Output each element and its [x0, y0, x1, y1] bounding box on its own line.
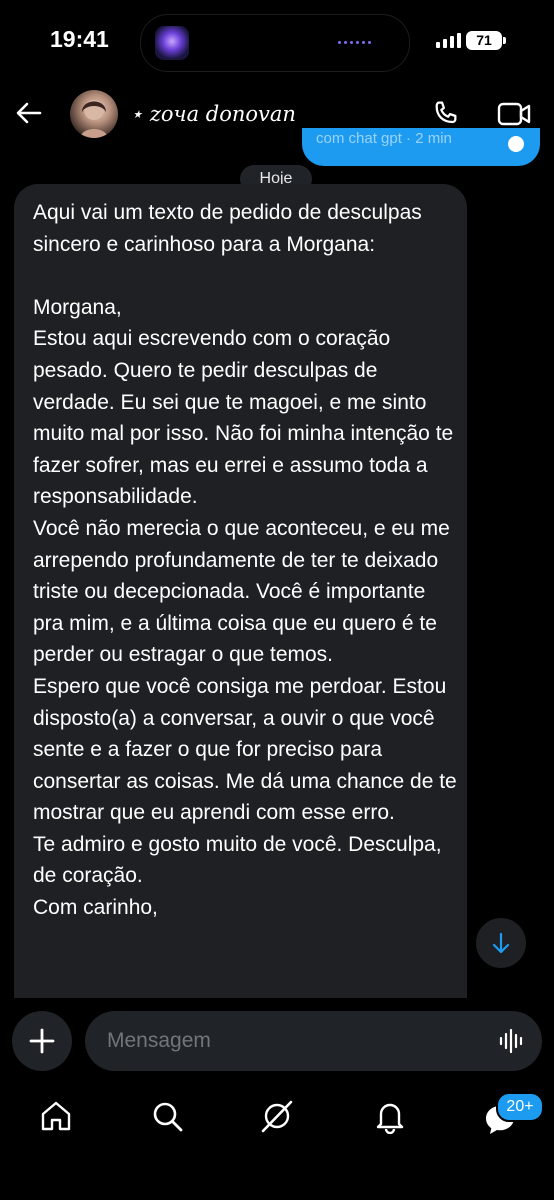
signal-icon [436, 33, 461, 48]
battery-icon: 71 [466, 31, 502, 50]
grok-icon[interactable] [259, 1098, 295, 1134]
battery-tip [503, 37, 506, 44]
search-icon[interactable] [149, 1098, 185, 1134]
back-arrow-icon[interactable] [14, 98, 44, 128]
sent-message-meta: com chat gpt · 2 min [316, 130, 452, 147]
sent-message-bubble[interactable]: com chat gpt · 2 min [302, 128, 540, 166]
messages-badge: 20+ [496, 1092, 544, 1122]
sent-check-icon [508, 136, 524, 152]
add-attachment-button[interactable] [12, 1011, 72, 1071]
status-time: 19:41 [50, 26, 109, 52]
message-text: Aqui vai um texto de pedido de desculpas… [33, 201, 457, 920]
dynamic-island [140, 14, 410, 72]
received-message-bubble[interactable]: Aqui vai um texto de pedido de desculpas… [14, 184, 467, 998]
now-playing-artwork [155, 26, 189, 60]
video-icon[interactable] [496, 99, 532, 129]
home-icon[interactable] [38, 1098, 74, 1134]
contact-name[interactable]: ⋆ zочa donovan [130, 102, 296, 126]
voice-icon[interactable] [498, 1027, 526, 1055]
phone-icon[interactable] [430, 98, 462, 130]
plus-icon [29, 1028, 55, 1054]
message-input[interactable]: Mensagem [85, 1011, 542, 1071]
message-input-placeholder: Mensagem [107, 1029, 211, 1052]
audio-wave-icon [338, 41, 371, 44]
bell-icon[interactable] [372, 1098, 408, 1135]
avatar[interactable] [70, 90, 118, 138]
scroll-to-bottom-button[interactable] [476, 918, 526, 968]
